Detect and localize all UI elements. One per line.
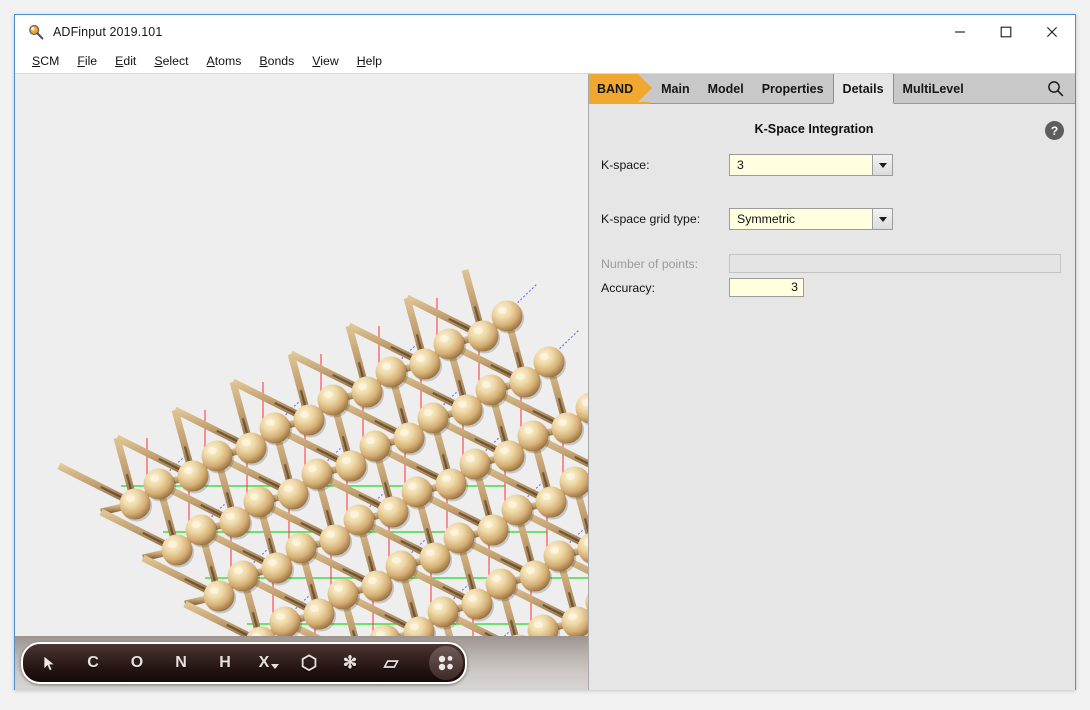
main-body: C O N H X ⬡ ✻ ▱ ★ [15,74,1075,690]
row-number-of-points: Number of points: [601,254,1075,273]
menu-label-file: ile [84,54,98,68]
tab-program-band[interactable]: BAND [589,74,653,103]
label-number-of-points: Number of points: [601,256,699,271]
menu-label-atoms: toms [214,54,242,68]
label-accuracy: Accuracy: [601,280,655,295]
select-cursor-tool[interactable] [37,646,61,680]
label-kspace: K-space: [601,158,650,172]
tab-details[interactable]: Details [832,74,894,104]
plane-tool[interactable]: ▱ [379,646,403,680]
tab-bar: BAND Main Model Properties Details Multi… [589,74,1075,104]
menu-label-bonds: onds [267,54,295,68]
menu-label-help: elp [365,54,383,68]
viewer-toolbar: C O N H X ⬡ ✻ ▱ ★ [15,636,588,690]
menu-label-select: elect [162,54,189,68]
element-picker-tool[interactable]: X [257,646,281,680]
kspace-combobox[interactable]: 3 [729,154,893,176]
menu-label-scm: CM [40,54,60,68]
panel-content: K-Space Integration ? K-space: 3 K-space… [589,104,1075,297]
number-of-points-input [729,254,1061,273]
fragment-tool[interactable]: ✻ [338,646,362,680]
row-kspace: K-space: 3 [601,154,1075,176]
row-accuracy: Accuracy: 3 [601,278,1075,297]
favorite-tool[interactable]: ★ [465,646,467,680]
menu-item-select[interactable]: Select [145,52,197,70]
search-icon[interactable] [1035,74,1075,103]
window-title: ADFinput 2019.101 [53,25,163,39]
menu-bar: SCM File Edit Select Atoms Bonds View He… [15,49,1075,74]
menu-item-file[interactable]: File [68,52,106,70]
oxygen-atom-tool[interactable]: O [125,646,149,680]
settings-panel: BAND Main Model Properties Details Multi… [589,74,1075,690]
chevron-down-icon[interactable] [872,155,892,175]
hydrogen-atom-tool[interactable]: H [213,646,237,680]
title-bar: ADFinput 2019.101 [15,15,1075,49]
tab-model[interactable]: Model [699,74,753,103]
menu-item-atoms[interactable]: Atoms [198,52,251,70]
label-kspace-grid-type: K-space grid type: [601,212,701,226]
molecule-3d-viewport[interactable]: C O N H X ⬡ ✻ ▱ ★ [15,74,588,690]
section-title: K-Space Integration [754,122,874,136]
menu-label-edit: dit [123,54,137,68]
accuracy-input[interactable]: 3 [729,278,804,297]
menu-item-scm[interactable]: SCM [23,52,68,70]
minimize-button[interactable] [937,15,983,49]
tab-multilevel[interactable]: MultiLevel [894,74,973,103]
menu-item-view[interactable]: View [303,52,347,70]
application-window: ADFinput 2019.101 SCM File Edit Select A… [14,14,1076,690]
menu-item-edit[interactable]: Edit [106,52,145,70]
chevron-down-icon [271,663,280,669]
kspace-value: 3 [737,158,744,172]
chevron-down-icon[interactable] [872,209,892,229]
menu-item-help[interactable]: Help [348,52,391,70]
kspace-grid-type-value: Symmetric [737,212,796,226]
row-kspace-grid-type: K-space grid type: Symmetric [601,208,1075,230]
menu-item-bonds[interactable]: Bonds [250,52,303,70]
nitrogen-atom-tool[interactable]: N [169,646,193,680]
kspace-grid-type-combobox[interactable]: Symmetric [729,208,893,230]
window-controls [937,15,1075,49]
grid-points-tool[interactable] [429,646,463,680]
tool-pill: C O N H X ⬡ ✻ ▱ ★ [21,642,467,684]
help-icon[interactable]: ? [1045,121,1064,140]
maximize-button[interactable] [983,15,1029,49]
benzene-ring-tool[interactable]: ⬡ [297,646,321,680]
magnifier-icon [27,23,45,41]
carbon-atom-tool[interactable]: C [81,646,105,680]
crystal-lattice-render [15,74,588,652]
tab-properties[interactable]: Properties [753,74,833,103]
menu-label-view: iew [320,54,339,68]
close-button[interactable] [1029,15,1075,49]
element-picker-label: X [258,654,270,671]
tab-main[interactable]: Main [652,74,698,103]
